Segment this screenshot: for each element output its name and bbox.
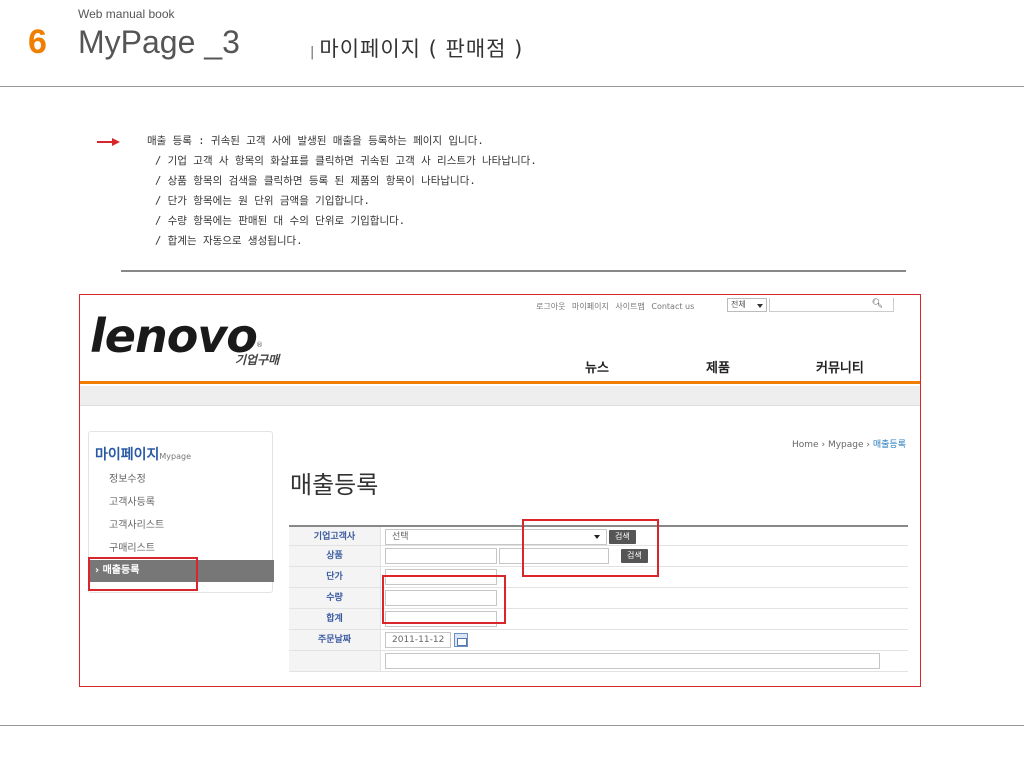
lenovo-logo[interactable]: lenovo: [90, 309, 258, 363]
form-label: 단가: [289, 567, 381, 587]
form-label: 수량: [289, 588, 381, 608]
form-label: [289, 651, 381, 671]
search-icon[interactable]: 🔍︎: [872, 299, 883, 309]
nav-news[interactable]: 뉴스: [585, 357, 609, 376]
mypage-link[interactable]: 마이페이지: [572, 302, 609, 311]
sidebar-item-customer-register[interactable]: 고객사등록: [109, 493, 155, 508]
sub-nav-band: [80, 386, 920, 406]
section-divider: |: [310, 45, 316, 60]
breadcrumb-current: 매출등록: [872, 440, 906, 450]
highlight-sales-register: [88, 557, 198, 591]
header-divider: [0, 86, 1024, 87]
order-date-input[interactable]: 2011-11-12: [385, 632, 451, 648]
logo-subtitle: 기업구매: [235, 353, 280, 367]
highlight-search-buttons: [522, 519, 659, 577]
contact-link[interactable]: Contact us: [651, 302, 694, 311]
registered-mark: ®: [256, 341, 263, 349]
breadcrumb: Home › Mypage › 매출등록: [792, 440, 906, 450]
form-label: 합계: [289, 609, 381, 629]
form-row-extra: [289, 651, 908, 672]
description-divider: [121, 270, 906, 272]
nav-underline: [80, 381, 920, 384]
chevron-down-icon: [757, 304, 763, 308]
description-line: / 합계는 자동으로 생성됩니다.: [155, 235, 303, 247]
description-line: / 상품 항목의 검색을 클릭하면 등록 된 제품의 항목이 나타납니다.: [155, 175, 476, 187]
logout-link[interactable]: 로그아웃: [536, 302, 565, 311]
search-scope-select[interactable]: 전체: [727, 298, 767, 312]
description-line: / 단가 항목에는 원 단위 금액을 기입합니다.: [155, 195, 370, 207]
sidebar-item-purchase-list[interactable]: 구매리스트: [109, 539, 155, 554]
utility-links: 로그아웃 마이페이지 사이트맵 Contact us: [536, 301, 698, 312]
form-label: 상품: [289, 546, 381, 566]
sidebar-title-en: Mypage: [159, 452, 192, 461]
product-input[interactable]: [385, 548, 497, 564]
slide-number: 6: [28, 23, 47, 61]
nav-community[interactable]: 커뮤니티: [816, 357, 864, 376]
highlight-price-quantity: [382, 575, 506, 624]
sidebar-item-profile[interactable]: 정보수정: [109, 470, 146, 485]
site-screenshot: 로그아웃 마이페이지 사이트맵 Contact us 전체 🔍︎ lenovo …: [79, 294, 921, 687]
page-title: 매출등록: [290, 471, 379, 499]
calendar-icon[interactable]: [454, 633, 468, 647]
description-line: / 기업 고객 사 항목의 화살표를 클릭하면 귀속된 고객 사 리스트가 나타…: [155, 155, 537, 167]
slide-title: MyPage _3: [78, 24, 240, 60]
sitemap-link[interactable]: 사이트맵: [615, 302, 644, 311]
nav-products[interactable]: 제품: [706, 357, 730, 376]
slide-section: | 마이페이지 ( 판매점 ): [310, 33, 523, 63]
notes-textarea[interactable]: [385, 653, 880, 669]
description-line: 매출 등록 : 귀속된 고객 사에 발생된 매출을 등록하는 페이지 입니다.: [147, 135, 484, 147]
sidebar-title: 마이페이지Mypage: [95, 447, 192, 463]
red-arrow-icon: [97, 137, 120, 147]
form-row-order-date: 주문날짜 2011-11-12: [289, 630, 908, 651]
slide-subtitle-small: Web manual book: [78, 7, 175, 21]
breadcrumb-mypage[interactable]: Mypage: [828, 440, 864, 450]
form-label: 기업고객사: [289, 527, 381, 545]
site-search-input[interactable]: 🔍︎: [769, 298, 894, 312]
description-block: 매출 등록 : 귀속된 고객 사에 발생된 매출을 등록하는 페이지 입니다. …: [97, 133, 537, 253]
sidebar-item-customer-list[interactable]: 고객사리스트: [109, 516, 164, 531]
breadcrumb-home[interactable]: Home: [792, 440, 819, 450]
search-scope-value: 전체: [731, 300, 746, 309]
footer-divider: [0, 725, 1024, 726]
form-label: 주문날짜: [289, 630, 381, 650]
section-title: 마이페이지 ( 판매점 ): [319, 37, 524, 61]
description-line: / 수량 항목에는 판매된 대 수의 단위로 기입합니다.: [155, 215, 406, 227]
